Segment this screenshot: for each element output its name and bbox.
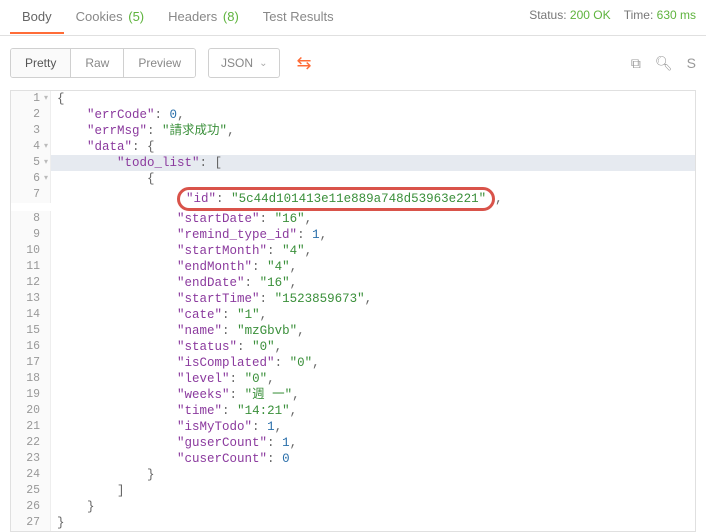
response-tabs: Body Cookies (5) Headers (8) Test Result… (0, 0, 706, 36)
tab-headers[interactable]: Headers (8) (156, 1, 251, 34)
key-gusercount: "guserCount" (177, 436, 267, 450)
val-startmonth: "4" (282, 244, 305, 258)
key-endmonth: "endMonth" (177, 260, 252, 274)
val-errcode: 0 (170, 108, 178, 122)
val-cate: "1" (237, 308, 260, 322)
response-body[interactable]: 1{ 2 "errCode": 0, 3 "errMsg": "請求成功", 4… (10, 90, 696, 532)
status-label: Status: (529, 8, 566, 22)
save-icon[interactable]: S (687, 55, 696, 72)
key-weeks: "weeks" (177, 388, 230, 402)
key-enddate: "endDate" (177, 276, 245, 290)
key-todolist: "todo_list" (117, 156, 200, 170)
val-errmsg: "請求成功" (162, 124, 227, 138)
val-iscompleted: "0" (290, 356, 313, 370)
val-status: "0" (252, 340, 275, 354)
key-remind: "remind_type_id" (177, 228, 297, 242)
tab-body[interactable]: Body (10, 1, 64, 34)
val-name: "mzGbvb" (237, 324, 297, 338)
chevron-down-icon: ⌄ (259, 58, 267, 69)
tab-headers-label: Headers (168, 9, 217, 24)
val-time: "14:21" (237, 404, 290, 418)
key-status: "status" (177, 340, 237, 354)
format-label: JSON (221, 56, 253, 70)
val-endmonth: "4" (267, 260, 290, 274)
key-cusercount: "cuserCount" (177, 452, 267, 466)
preview-button[interactable]: Preview (124, 49, 195, 77)
val-id: "5c44d101413e11e889a748d53963e221" (231, 192, 486, 206)
cookies-count: (5) (128, 9, 144, 24)
wrap-lines-icon[interactable]: ⇆ (296, 53, 311, 74)
val-startdate: "16" (275, 212, 305, 226)
key-cate: "cate" (177, 308, 222, 322)
key-time: "time" (177, 404, 222, 418)
time-label: Time: (624, 8, 654, 22)
val-cusercount: 0 (282, 452, 290, 466)
response-toolbar: Pretty Raw Preview JSON ⌄ ⇆ ⧉ 🔍︎ S (0, 36, 706, 90)
search-icon[interactable]: 🔍︎ (655, 55, 673, 72)
view-mode-group: Pretty Raw Preview (10, 48, 196, 78)
val-level: "0" (245, 372, 268, 386)
key-id: "id" (186, 192, 216, 206)
raw-button[interactable]: Raw (71, 49, 124, 77)
highlighted-id-row: "id": "5c44d101413e11e889a748d53963e221" (177, 187, 495, 211)
key-startmonth: "startMonth" (177, 244, 267, 258)
format-select[interactable]: JSON ⌄ (208, 48, 280, 78)
key-starttime: "startTime" (177, 292, 260, 306)
key-ismytodo: "isMyTodo" (177, 420, 252, 434)
val-starttime: "1523859673" (275, 292, 365, 306)
key-startdate: "startDate" (177, 212, 260, 226)
headers-count: (8) (223, 9, 239, 24)
val-weeks: "週 一" (245, 388, 293, 402)
val-ismytodo: 1 (267, 420, 275, 434)
copy-icon[interactable]: ⧉ (631, 55, 641, 72)
time-value: 630 ms (657, 8, 696, 22)
status-value: 200 OK (570, 8, 611, 22)
pretty-button[interactable]: Pretty (11, 49, 71, 77)
val-gusercount: 1 (282, 436, 290, 450)
tab-test-results[interactable]: Test Results (251, 1, 346, 34)
key-errcode: "errCode" (87, 108, 155, 122)
tab-cookies-label: Cookies (76, 9, 123, 24)
val-remind: 1 (312, 228, 320, 242)
key-level: "level" (177, 372, 230, 386)
key-data: "data" (87, 140, 132, 154)
status-area: Status: 200 OK Time: 630 ms (529, 8, 696, 22)
key-name: "name" (177, 324, 222, 338)
key-iscompleted: "isComplated" (177, 356, 275, 370)
val-enddate: "16" (260, 276, 290, 290)
key-errmsg: "errMsg" (87, 124, 147, 138)
tab-cookies[interactable]: Cookies (5) (64, 1, 156, 34)
